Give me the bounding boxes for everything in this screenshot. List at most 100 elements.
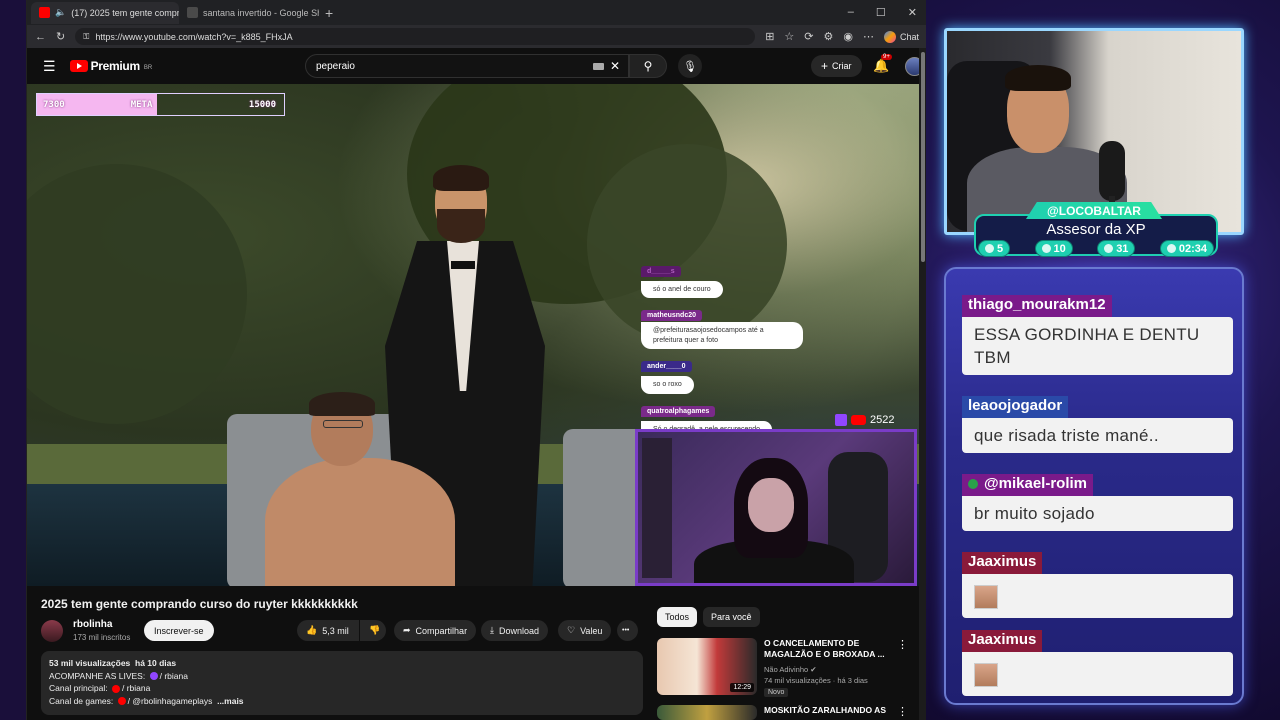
stat-youtube: 10 [1034, 240, 1073, 257]
new-tab-button[interactable]: + [325, 5, 333, 21]
overlay-chat: d_____s só o anel de couro matheusndc20 … [641, 260, 811, 444]
twitch-icon [149, 672, 158, 681]
app-icon[interactable]: ⊞ [765, 30, 774, 43]
chat-message: @mikael-rolim br muito sojado [962, 474, 1233, 531]
goal-meter: 7300 META 15000 [36, 93, 285, 116]
description-link[interactable]: / rbiana [160, 671, 188, 681]
create-button[interactable]: + Criar [811, 55, 862, 77]
chat-text: que risada triste mané.. [962, 418, 1233, 453]
description-line: Canal de games: / @rbolinhagameplays ...… [49, 695, 635, 708]
eye-icon [1104, 244, 1114, 253]
create-label: Criar [832, 61, 852, 71]
subscribe-button[interactable]: Inscrever-se [144, 620, 214, 641]
reload-icon[interactable]: ↻ [56, 30, 65, 43]
channel-name[interactable]: rbolinha [73, 619, 112, 630]
overlay-chat-message: matheusndc20 @prefeiturasaojosedocampos … [641, 304, 811, 350]
copilot-chat-button[interactable]: Chat [883, 30, 919, 43]
goal-current: 7300 [43, 99, 65, 110]
sitting-man [265, 392, 455, 586]
overlay-chat-user: matheusndc20 [641, 310, 703, 322]
verified-icon: ✔ [810, 665, 817, 674]
share-button[interactable]: ➦ Compartilhar [394, 620, 477, 641]
stat-time: 02:34 [1159, 240, 1214, 257]
minimize-button[interactable]: – [848, 6, 854, 19]
youtube-icon [111, 684, 120, 693]
search-input[interactable]: peperaio ✕ [305, 54, 629, 78]
scrollbar-thumb[interactable] [921, 52, 925, 262]
like-button[interactable]: 👍 5,3 mil [297, 620, 359, 641]
speaker-icon[interactable]: 🔈 [55, 7, 66, 18]
search-value: peperaio [316, 60, 355, 72]
twitch-icon [835, 414, 847, 426]
description-line: ACOMPANHE AS LIVES: / rbiana [49, 670, 635, 683]
recommended-channel[interactable]: Não Adivinho ✔ [764, 665, 817, 674]
video-thumbnail[interactable] [657, 705, 757, 720]
overlay-chat-text: @prefeiturasaojosedocampos até a prefeit… [641, 322, 803, 350]
description-link[interactable]: / @rbolinhagameplays [128, 696, 213, 706]
recommended-video[interactable]: 12:29 O CANCELAMENTO DE MAGALZÃO E O BRO… [657, 638, 917, 698]
chat-message: leaoojogador que risada triste mané.. [962, 396, 1233, 453]
youtube-favicon-icon [39, 7, 50, 18]
chat-emote-body [962, 574, 1233, 618]
channel-subscribers: 173 mil inscritos [73, 633, 131, 642]
stat-chat: 5 [978, 240, 1011, 257]
description-box[interactable]: 53 mil visualizações há 10 dias ACOMPANH… [41, 651, 643, 715]
recommendation-chips: Todos Para você [657, 607, 760, 627]
favorite-star-icon[interactable]: ☆ [784, 30, 794, 43]
page-favicon-icon [187, 7, 198, 18]
youtube-logo[interactable]: Premium BR [69, 59, 152, 73]
more-menu-icon[interactable]: ⋯ [863, 30, 874, 43]
recommended-title[interactable]: O CANCELAMENTO DE MAGALZÃO E O BROXADA .… [764, 638, 894, 660]
more-actions-button[interactable]: ••• [617, 620, 638, 641]
channel-avatar[interactable] [41, 620, 63, 642]
refresh-extension-icon[interactable]: ⟳ [804, 30, 813, 43]
extension-icon[interactable]: ⚙ [824, 30, 834, 43]
browser-window: 🔈 (17) 2025 tem gente comprando ✕ santan… [26, 0, 926, 720]
stat-value: 10 [1053, 242, 1066, 255]
goal-target: 15000 [248, 99, 276, 110]
voice-search-button[interactable]: 🎙 [678, 54, 702, 78]
kebab-menu-icon[interactable]: ⋮ [897, 638, 908, 651]
search-button[interactable]: ⚲ [629, 54, 667, 78]
video-player[interactable]: 7300 META 15000 d_____s só o anel de cou… [27, 84, 919, 586]
facecam-overlay [635, 429, 917, 586]
share-icon: ➦ [403, 625, 411, 635]
menu-icon[interactable]: ☰ [43, 58, 56, 75]
emote-image [974, 663, 998, 687]
url-field[interactable]: ⚿ https://www.youtube.com/watch?v=_k885_… [75, 28, 756, 45]
chip-all[interactable]: Todos [657, 607, 698, 627]
tab-bar: 🔈 (17) 2025 tem gente comprando ✕ santan… [27, 0, 926, 25]
clear-search-icon[interactable]: ✕ [610, 59, 620, 73]
chat-message: Jaaximus [962, 630, 1233, 696]
kebab-menu-icon[interactable]: ⋮ [897, 705, 908, 718]
description-link[interactable]: / rbiana [122, 683, 150, 693]
video-duration: 12:29 [730, 683, 754, 692]
chat-username: thiago_mourakm12 [962, 295, 1112, 317]
whatsapp-icon [1166, 244, 1176, 253]
leaf-icon [968, 479, 978, 490]
video-thumbnail[interactable]: 12:29 [657, 638, 757, 695]
notifications-button[interactable]: 🔔 9+ [873, 54, 892, 74]
chat-text: br muito sojado [962, 496, 1233, 531]
close-window-button[interactable]: ✕ [908, 6, 917, 19]
show-more-link[interactable]: ...mais [217, 696, 243, 706]
recommended-video[interactable]: MOSKITÃO ZARALHANDO AS ⋮ [657, 705, 917, 720]
goal-label: META [130, 99, 153, 110]
profile-icon[interactable]: ◉ [843, 30, 853, 43]
description-text: Canal principal: [49, 683, 108, 693]
chip-for-you[interactable]: Para você [703, 607, 760, 627]
maximize-button[interactable]: ☐ [876, 6, 886, 19]
recommended-title[interactable]: MOSKITÃO ZARALHANDO AS [764, 705, 894, 716]
channel-label: Não Adivinho [764, 665, 809, 674]
overlay-chat-text: só o anel de couro [641, 281, 723, 299]
streamer-role: Assesor da XP [1046, 221, 1146, 238]
download-button[interactable]: ⤓ Download [481, 620, 549, 641]
page-scrollbar[interactable] [919, 48, 926, 720]
tab-google-shopping[interactable]: santana invertido - Google Shopping ✕ [179, 2, 319, 24]
dislike-button[interactable]: 👎 [360, 620, 386, 641]
chat-username: Jaaximus [962, 552, 1043, 574]
tab-youtube[interactable]: 🔈 (17) 2025 tem gente comprando ✕ [31, 1, 179, 24]
thanks-button[interactable]: ♡ Valeu [558, 620, 612, 641]
keyboard-icon[interactable] [592, 62, 604, 70]
back-icon[interactable]: ← [35, 31, 46, 43]
